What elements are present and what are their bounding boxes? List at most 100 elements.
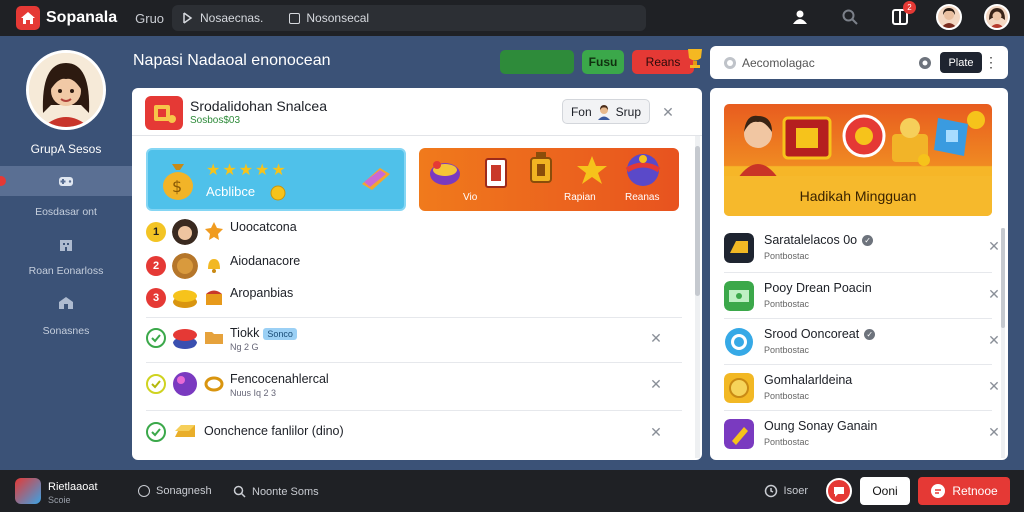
scrollbar-thumb[interactable] <box>1001 228 1005 328</box>
cash-icon <box>724 281 754 311</box>
divider <box>146 317 682 318</box>
close-icon[interactable]: ✕ <box>986 332 1002 348</box>
list-item[interactable]: Tiokk Sonco Ng 2 G ✕ <box>146 324 682 354</box>
sidebar-item-home[interactable] <box>0 166 132 196</box>
sidebar-item-shop[interactable] <box>0 288 132 318</box>
row-title: Fencocenahlercal <box>230 372 329 386</box>
row-title: Uoocatcona <box>230 220 297 234</box>
money-bag-icon: $ <box>163 164 193 200</box>
notifications-button[interactable]: 2 <box>886 1 916 31</box>
row-title-text: Saratalelacos 0o <box>764 233 858 247</box>
close-icon[interactable]: ✕ <box>660 104 676 120</box>
row-tag: Sonco <box>263 327 297 340</box>
row-title: Aiodanacore <box>230 254 301 268</box>
person-icon <box>793 10 807 24</box>
close-icon[interactable]: ✕ <box>648 424 664 440</box>
close-icon[interactable]: ✕ <box>986 424 1002 440</box>
sidebar-item-rooms[interactable] <box>0 230 132 260</box>
list-item[interactable]: Srood Ooncoreat ✓ Pontbostac ✕ <box>724 320 1000 364</box>
gamepad-icon <box>59 177 73 186</box>
rewards-banner[interactable]: Vio Rapian Reanas <box>419 148 679 211</box>
close-icon[interactable]: ✕ <box>986 378 1002 394</box>
coin-stack-icon <box>173 290 197 308</box>
list-item[interactable]: Saratalelacos 0o ✓ Pontbostac ✕ <box>724 226 1000 270</box>
achievement-label: Acblibce <box>206 184 256 199</box>
filter-pill-1[interactable] <box>500 50 574 74</box>
verified-icon: ✓ <box>864 328 876 340</box>
filter-pill-3[interactable]: Reans <box>632 49 702 74</box>
close-icon[interactable]: ✕ <box>648 376 664 392</box>
search-submit-button[interactable]: Plate <box>940 52 982 73</box>
profile-avatar-small[interactable] <box>984 4 1010 30</box>
ring-icon <box>204 376 224 392</box>
row-meta: Pontbostac <box>764 299 810 309</box>
profile-avatar-icon <box>29 53 103 127</box>
scrollbar[interactable] <box>1001 228 1005 458</box>
sidebar-item-label-1[interactable]: Eosdasar ont <box>0 206 132 218</box>
row-meta: Ng 2 G <box>230 342 259 352</box>
gem-icon <box>205 222 223 240</box>
list-item[interactable]: Gomhalarldeina Pontbostac ✕ <box>724 366 1000 410</box>
list-item[interactable]: 2 Aiodanacore <box>146 252 682 282</box>
record-button[interactable] <box>826 478 852 504</box>
chip-right-label: Srup <box>615 104 642 119</box>
settings-icon[interactable] <box>918 56 932 70</box>
coin-icon <box>724 373 754 403</box>
square-icon <box>289 12 301 24</box>
divider <box>146 410 682 411</box>
sidebar: GrupA Sesos Eosdasar ont Roan Eonarloss … <box>0 36 132 470</box>
scrollbar-thumb[interactable] <box>695 146 700 296</box>
avatar[interactable] <box>936 4 962 30</box>
list-item[interactable]: 3 Aropanbias <box>146 284 682 314</box>
gold-bar-icon <box>724 233 754 263</box>
svg-text:$: $ <box>172 177 182 196</box>
chip-left-label: Fon <box>570 104 592 119</box>
app-icon[interactable] <box>15 478 41 504</box>
list-item[interactable]: Fencocenahlercal Nuus Iq 2 3 ✕ <box>146 370 682 400</box>
row-meta: Pontbostac <box>764 391 810 401</box>
scrollbar[interactable] <box>695 136 700 458</box>
check-icon <box>151 428 161 437</box>
search-tab-1[interactable]: Nosaecnas. <box>182 11 263 25</box>
row-title: Oonchence fanlilor (dino) <box>204 424 344 438</box>
list-item[interactable]: Oung Sonay Ganain Pontbostac ✕ <box>724 412 1000 456</box>
mode-chip[interactable]: Fon Srup <box>562 99 650 124</box>
search-tab-2[interactable]: Nosonsecal <box>289 11 369 25</box>
primary-action-button[interactable]: Retnooe <box>918 477 1010 505</box>
sidebar-item-label-3[interactable]: Sonasnes <box>0 325 132 337</box>
list-item[interactable]: Pooy Drean Poacin Pontbostac ✕ <box>724 274 1000 318</box>
primary-action-label: Retnooe <box>952 484 998 498</box>
bottom-nav-item-1[interactable]: Sonagnesh <box>138 485 212 497</box>
weekly-promo-banner[interactable]: Hadikah Mingguan <box>724 104 992 216</box>
sidebar-item-label-2[interactable]: Roan Eonarloss <box>0 265 132 277</box>
more-options-icon[interactable]: ⋮ <box>984 54 998 71</box>
close-icon[interactable]: ✕ <box>986 238 1002 254</box>
top-search-bar[interactable]: Nosaecnas. Nosonsecal <box>172 5 646 31</box>
secondary-action-button[interactable]: Ooni <box>860 477 910 505</box>
nav-group-link[interactable]: Gruo <box>135 11 164 26</box>
close-icon[interactable]: ✕ <box>986 286 1002 302</box>
user-menu-button[interactable] <box>786 3 814 31</box>
bottom-nav-item-3[interactable]: Isoer <box>764 484 808 498</box>
top-bar: Sopanala Gruo Nosaecnas. Nosonsecal 2 <box>0 0 1024 36</box>
bottom-nav-item-2[interactable]: Noonte Soms <box>233 485 319 498</box>
list-item[interactable]: Oonchence fanlilor (dino) ✕ <box>146 418 682 448</box>
promo-label: Hadikah Mingguan <box>724 176 992 216</box>
panel-header: Srodalidohan Snalcea Sosbos$03 Fon Srup … <box>132 88 702 136</box>
bottom-nav-label-2: Noonte Soms <box>252 485 319 498</box>
search-button[interactable] <box>836 3 864 31</box>
list-item[interactable]: 1 Uoocatcona <box>146 218 682 248</box>
treasure-icon <box>430 161 460 185</box>
achievement-banner[interactable]: $ ★★★★★ Acblibce <box>146 148 406 211</box>
brand[interactable]: Sopanala <box>16 6 117 30</box>
gift-ball-icon <box>625 154 661 186</box>
profile-avatar[interactable] <box>26 50 106 130</box>
search-tab-2-label: Nosonsecal <box>306 11 370 25</box>
bottom-bar: Rietlaaoat Scoie Sonagnesh Noonte Soms I… <box>0 470 1024 512</box>
close-icon[interactable]: ✕ <box>648 330 664 346</box>
right-search-bar[interactable]: Aecomolagac Plate ⋮ <box>710 46 1008 79</box>
filter-pill-2[interactable]: Fusu <box>582 50 624 74</box>
search-input[interactable]: Aecomolagac <box>742 56 815 70</box>
coin-icon <box>270 185 286 201</box>
user-avatar-icon <box>989 8 1005 28</box>
